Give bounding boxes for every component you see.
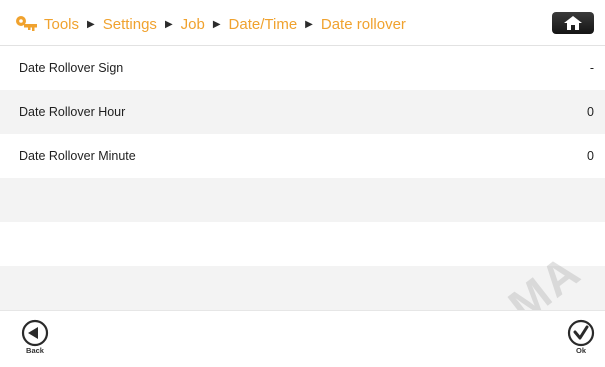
row-label: Date Rollover Hour: [19, 105, 126, 119]
list-item-date-rollover-sign[interactable]: Date Rollover Sign -: [0, 46, 605, 90]
row-value: -: [589, 61, 594, 75]
home-button[interactable]: [552, 12, 594, 34]
ok-label: Ok: [575, 346, 586, 355]
row-label: Date Rollover Sign: [19, 61, 124, 75]
row-label: Date Rollover Minute: [19, 149, 136, 163]
list-item-date-rollover-minute[interactable]: Date Rollover Minute 0: [0, 134, 605, 178]
ok-button[interactable]: Ok: [559, 319, 603, 355]
breadcrumb-date-rollover: Date rollover: [320, 15, 406, 33]
breadcrumb-separator-icon: ▶: [87, 18, 95, 30]
back-arrow-icon: [21, 319, 49, 347]
list-item-empty: [0, 222, 605, 266]
settings-list: Date Rollover Sign - Date Rollover Hour …: [0, 46, 605, 310]
breadcrumb-separator-icon: ▶: [164, 18, 173, 30]
breadcrumb-job[interactable]: Job: [181, 16, 205, 33]
breadcrumb-tools[interactable]: Tools: [44, 16, 79, 33]
row-value: 0: [587, 149, 594, 163]
back-label: Back: [26, 346, 44, 355]
header-bar: Tools ▶ Settings ▶ Job ▶ Date/Time ▶ Dat…: [0, 0, 605, 46]
breadcrumb-date-time[interactable]: Date/Time: [229, 16, 298, 33]
checkmark-icon: [567, 319, 595, 347]
row-value: 0: [587, 105, 594, 119]
breadcrumb-separator-icon: ▶: [212, 18, 221, 30]
list-item-date-rollover-hour[interactable]: Date Rollover Hour 0: [0, 90, 605, 134]
back-button[interactable]: Back: [13, 319, 57, 355]
breadcrumb: Tools ▶ Settings ▶ Job ▶ Date/Time ▶ Dat…: [44, 14, 406, 34]
list-item-empty: [0, 178, 605, 222]
breadcrumb-settings[interactable]: Settings: [103, 16, 157, 33]
breadcrumb-separator-icon: ▶: [305, 18, 313, 30]
footer-bar: Back Ok: [0, 310, 605, 367]
home-icon: [564, 16, 582, 30]
